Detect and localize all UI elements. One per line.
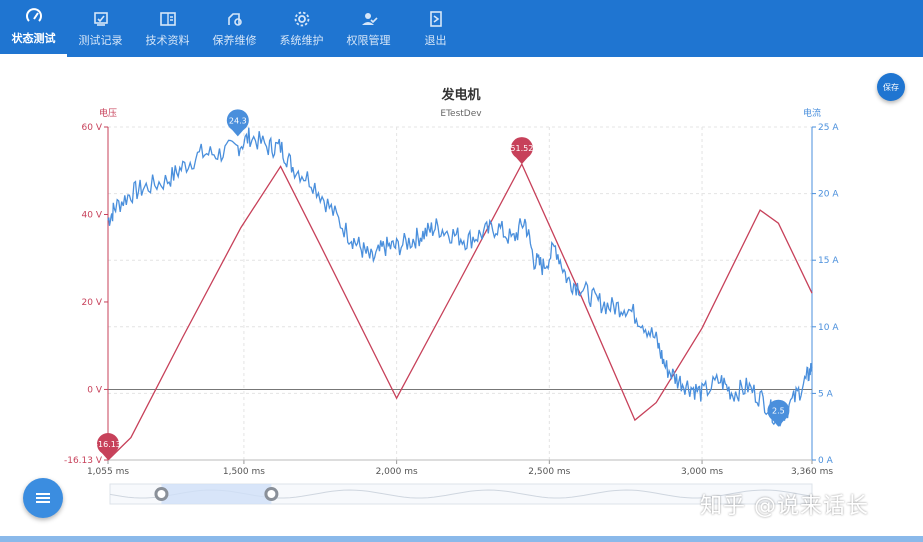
x-tick-label: 2,000 ms bbox=[376, 467, 418, 477]
y-left-tick-label: 40 V bbox=[82, 210, 103, 220]
y-right-tick-label: 5 A bbox=[818, 389, 834, 399]
exit-icon bbox=[429, 10, 442, 27]
nav-tab-label: 系统维护 bbox=[279, 33, 324, 47]
top-nav-bar: 状态测试 测试记录 技术资料 保养维修 系统维护 权限管理 退出 bbox=[0, 0, 923, 57]
y-left-tick-label: 60 V bbox=[82, 123, 103, 133]
nav-tab-label: 测试记录 bbox=[78, 33, 123, 47]
zoom-handle-right[interactable] bbox=[264, 487, 279, 501]
marker-label: 2.5 bbox=[772, 407, 785, 416]
voltage-series-line bbox=[107, 162, 813, 461]
y-right-tick-label: 0 A bbox=[818, 456, 834, 466]
nav-tab-3[interactable]: 保养维修 bbox=[201, 0, 268, 57]
user-permission-icon bbox=[361, 12, 378, 25]
zoom-handle-center bbox=[267, 490, 276, 498]
record-icon bbox=[93, 11, 108, 26]
zoom-window[interactable] bbox=[161, 484, 272, 504]
nav-tab-6[interactable]: 退出 bbox=[402, 0, 469, 57]
y-left-tick-label: 20 V bbox=[82, 298, 103, 308]
current-max-marker: 24.3 bbox=[226, 109, 249, 137]
current-series-line bbox=[107, 127, 813, 427]
zoom-handle-left[interactable] bbox=[154, 487, 169, 501]
series-lines bbox=[107, 127, 813, 461]
y-right-tick-label: 15 A bbox=[818, 256, 839, 266]
nav-tab-1[interactable]: 测试记录 bbox=[67, 0, 134, 57]
nav-tabs: 状态测试 测试记录 技术资料 保养维修 系统维护 权限管理 退出 bbox=[0, 0, 469, 57]
y-left-tick-label: 0 V bbox=[87, 385, 103, 395]
nav-tab-label: 保养维修 bbox=[212, 33, 257, 47]
grid-lines bbox=[107, 126, 813, 461]
chart-subtitle: ETestDev bbox=[440, 109, 482, 119]
nav-tab-5[interactable]: 权限管理 bbox=[335, 0, 402, 57]
zoom-handle-center bbox=[157, 490, 166, 498]
docs-icon bbox=[159, 11, 176, 26]
nav-tab-label: 技术资料 bbox=[145, 33, 190, 47]
y-right-tick-label: 10 A bbox=[818, 323, 839, 333]
y-left-axis-label: 电压 bbox=[99, 107, 117, 119]
bottom-bar bbox=[0, 536, 923, 542]
current-min-marker: 2.5 bbox=[767, 399, 790, 427]
extreme-markers: 51.52 -16.13 24.3 2.5 bbox=[95, 109, 790, 460]
gear-icon bbox=[294, 11, 309, 26]
hamburger-icon bbox=[36, 493, 50, 503]
nav-tab-0[interactable]: 状态测试 bbox=[0, 0, 67, 57]
maintenance-icon bbox=[227, 12, 242, 26]
marker-label: 51.52 bbox=[510, 144, 533, 153]
generator-chart: 发电机 ETestDev 电压 电流 1,055 ms 1,500 ms 2,000… bbox=[64, 87, 839, 505]
menu-button[interactable] bbox=[23, 478, 63, 518]
y-left-tick-label: -16.13 V bbox=[64, 456, 103, 466]
nav-tab-label: 退出 bbox=[424, 33, 447, 47]
chart-title: 发电机 bbox=[440, 87, 480, 103]
watermark: 知乎 @说来话长 bbox=[700, 494, 869, 519]
gauge-icon bbox=[25, 8, 42, 22]
x-tick-label: 3,360 ms bbox=[791, 467, 833, 477]
nav-tab-4[interactable]: 系统维护 bbox=[268, 0, 335, 57]
y-right-axis-label: 电流 bbox=[803, 107, 821, 119]
voltage-max-marker: 51.52 bbox=[510, 137, 533, 165]
marker-label: 24.3 bbox=[229, 116, 247, 125]
y-right-tick-label: 25 A bbox=[818, 123, 839, 133]
y-right-tick-label: 20 A bbox=[818, 190, 839, 200]
x-tick-label: 3,000 ms bbox=[681, 467, 723, 477]
nav-tab-label: 状态测试 bbox=[11, 32, 56, 45]
x-tick-label: 1,500 ms bbox=[223, 467, 265, 477]
x-tick-label: 2,500 ms bbox=[528, 467, 570, 477]
axes: 1,055 ms 1,500 ms 2,000 ms 2,500 ms 3,000 ms… bbox=[64, 123, 839, 477]
nav-tab-2[interactable]: 技术资料 bbox=[134, 0, 201, 57]
x-tick-label: 1,055 ms bbox=[87, 467, 129, 477]
nav-tab-label: 权限管理 bbox=[346, 33, 391, 47]
marker-label: -16.13 bbox=[95, 440, 121, 449]
